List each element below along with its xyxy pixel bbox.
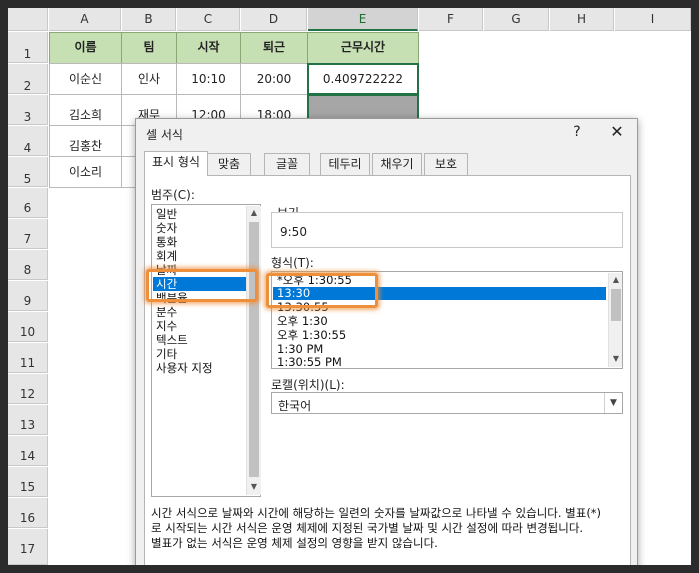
locale-value: 한국어: [278, 399, 312, 413]
row-header-16[interactable]: 16: [8, 498, 48, 528]
column-header-b[interactable]: B: [122, 8, 176, 31]
row-header-10[interactable]: 10: [8, 312, 48, 342]
format-cells-dialog: 셀 서식 ? ✕ 표시 형식 맞춤 글꼴 테두리 채우기 보호 범주(C): 일…: [135, 118, 638, 565]
row-header-8[interactable]: 8: [8, 250, 48, 280]
category-item[interactable]: 사용자 지정: [156, 361, 213, 375]
row-header-6[interactable]: 6: [8, 188, 48, 218]
help-icon[interactable]: ?: [568, 122, 586, 142]
category-item[interactable]: 회계: [156, 249, 177, 263]
scroll-down-icon[interactable]: ▼: [609, 352, 622, 366]
cell-c2[interactable]: 10:10: [176, 63, 241, 95]
row-header-5[interactable]: 5: [8, 157, 48, 187]
row-header-2[interactable]: 2: [8, 64, 48, 94]
scroll-thumb[interactable]: [611, 289, 621, 321]
row-header-7[interactable]: 7: [8, 219, 48, 249]
category-item[interactable]: 분수: [156, 305, 177, 319]
row-header-9[interactable]: 9: [8, 281, 48, 311]
tab-alignment[interactable]: 맞춤: [207, 153, 251, 175]
row-header-13[interactable]: 13: [8, 405, 48, 435]
category-item[interactable]: 텍스트: [156, 333, 188, 347]
dialog-title: 셀 서식: [146, 128, 183, 142]
description-line: 별표가 없는 서식은 운영 체제 설정의 영향을 받지 않습니다.: [151, 536, 438, 550]
type-item[interactable]: 1:30:55 PM: [277, 356, 342, 369]
row-header-12[interactable]: 12: [8, 374, 48, 404]
description-line: 시간 서식으로 날짜와 시간에 해당하는 일련의 숫자를 날짜값으로 나타낼 수…: [151, 506, 602, 520]
category-list[interactable]: 일반 숫자 통화 회계 날짜 시간 백분율 분수 지수 텍스트 기타 사용자 지…: [151, 204, 261, 497]
column-header-a[interactable]: A: [49, 8, 121, 31]
scroll-up-icon[interactable]: ▲: [247, 206, 261, 220]
description-line: 로 시작되는 시간 서식은 운영 체제에 지정된 국가별 날짜 및 시간 설정에…: [151, 521, 584, 535]
header-cell-start[interactable]: 시작: [176, 32, 241, 64]
sample-box: 9:50: [271, 212, 623, 248]
close-icon[interactable]: ✕: [606, 121, 628, 143]
tab-border[interactable]: 테두리: [320, 153, 370, 175]
tab-protection[interactable]: 보호: [424, 153, 468, 175]
scroll-down-icon[interactable]: ▼: [247, 480, 261, 494]
category-item[interactable]: 지수: [156, 319, 177, 333]
row-header-4[interactable]: 4: [8, 126, 48, 156]
tab-font[interactable]: 글꼴: [264, 153, 310, 175]
category-item[interactable]: 기타: [156, 347, 177, 361]
type-item[interactable]: 오후 1:30: [277, 315, 328, 328]
cell-e2[interactable]: 0.409722222: [307, 63, 419, 95]
scroll-up-icon[interactable]: ▲: [609, 273, 622, 287]
row-header-14[interactable]: 14: [8, 436, 48, 466]
category-highlight: [146, 269, 258, 302]
description-text: 시간 서식으로 날짜와 시간에 해당하는 일련의 숫자를 날짜값으로 나타낼 수…: [151, 506, 621, 551]
row-header-11[interactable]: 11: [8, 343, 48, 373]
category-scrollbar[interactable]: ▲ ▼: [246, 206, 261, 495]
scroll-thumb[interactable]: [249, 222, 259, 477]
type-scrollbar[interactable]: ▲ ▼: [608, 273, 622, 367]
type-item[interactable]: 오후 1:30:55: [277, 329, 346, 342]
cell-a5[interactable]: 이소리: [49, 156, 122, 188]
category-item[interactable]: 일반: [156, 207, 177, 221]
tab-fill[interactable]: 채우기: [372, 153, 422, 175]
row-header-17[interactable]: 17: [8, 529, 48, 565]
row-header-1[interactable]: 1: [8, 32, 48, 63]
cell-d2[interactable]: 20:00: [240, 63, 308, 95]
category-label: 범주(C):: [151, 188, 195, 202]
column-header-c[interactable]: C: [177, 8, 240, 31]
column-header-e[interactable]: E: [308, 8, 418, 31]
type-highlight: [266, 273, 378, 308]
sample-value: 9:50: [280, 225, 307, 239]
header-cell-name[interactable]: 이름: [49, 32, 122, 64]
chevron-down-icon[interactable]: ▼: [604, 393, 622, 413]
category-item[interactable]: 숫자: [156, 221, 177, 235]
cell-a2[interactable]: 이순신: [49, 63, 122, 95]
cell-b2[interactable]: 인사: [121, 63, 177, 95]
row-header-3[interactable]: 3: [8, 95, 48, 125]
column-header-g[interactable]: G: [484, 8, 549, 31]
cell-a4[interactable]: 김홍찬: [49, 125, 122, 157]
select-all-corner[interactable]: [8, 8, 48, 31]
header-cell-worktime[interactable]: 근무시간: [307, 32, 419, 64]
column-header-i[interactable]: I: [615, 8, 691, 31]
screenshot-frame: A B C D E F G H I 1 2 3 4 5 6 7 8 9 10 1…: [8, 8, 691, 565]
column-header-d[interactable]: D: [241, 8, 307, 31]
type-label: 형식(T):: [271, 256, 314, 270]
header-cell-end[interactable]: 퇴근: [240, 32, 308, 64]
cell-a3[interactable]: 김소희: [49, 94, 122, 126]
column-header-h[interactable]: H: [550, 8, 614, 31]
locale-select[interactable]: 한국어 ▼: [271, 392, 623, 414]
locale-label: 로캘(위치)(L):: [271, 378, 345, 392]
category-item[interactable]: 통화: [156, 235, 177, 249]
number-tab-panel: 범주(C): 일반 숫자 통화 회계 날짜 시간 백분율 분수 지수 텍스트 기…: [144, 175, 631, 565]
column-header-f[interactable]: F: [419, 8, 483, 31]
tab-number[interactable]: 표시 형식: [144, 151, 208, 176]
row-header-15[interactable]: 15: [8, 467, 48, 497]
header-cell-team[interactable]: 팀: [121, 32, 177, 64]
